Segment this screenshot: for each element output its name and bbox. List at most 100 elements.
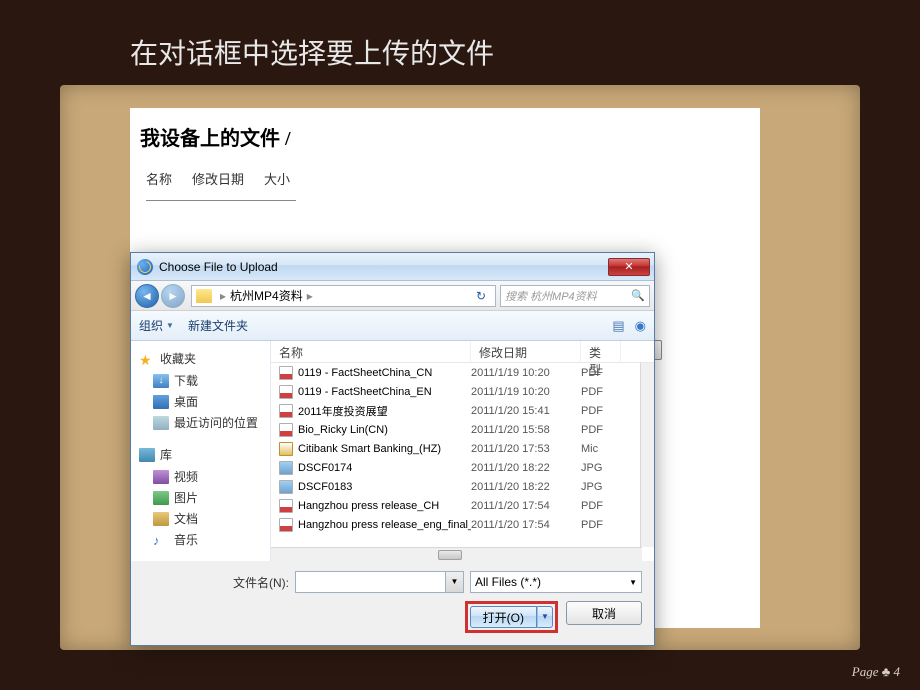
ie-icon [137, 259, 153, 275]
file-name: DSCF0174 [298, 462, 352, 474]
sidebar: ★ 收藏夹 下载 桌面 最近访问的位置 库 视频 [131, 341, 271, 561]
file-name: 0119 - FactSheetChina_EN [298, 386, 432, 398]
cancel-button[interactable]: 取消 [566, 601, 642, 625]
file-type: JPG [581, 462, 621, 474]
crumb-sep-2: ▸ [307, 289, 313, 303]
dialog-title: Choose File to Upload [159, 260, 608, 274]
library-icon [139, 448, 155, 462]
file-type: PDF [581, 424, 621, 436]
dialog-titlebar[interactable]: Choose File to Upload ✕ [131, 253, 654, 281]
file-row[interactable]: DSCF0183 2011/1/20 18:22JPG [271, 477, 654, 496]
file-date: 2011/1/20 18:22 [471, 462, 581, 474]
file-name: Hangzhou press release_CH [298, 500, 439, 512]
file-icon [279, 366, 293, 380]
search-icon: 🔍 [631, 289, 645, 302]
file-type: JPG [581, 481, 621, 493]
sidebar-videos[interactable]: 视频 [131, 466, 270, 487]
sidebar-documents[interactable]: 文档 [131, 508, 270, 529]
sidebar-pictures[interactable]: 图片 [131, 487, 270, 508]
sidebar-downloads[interactable]: 下载 [131, 370, 270, 391]
page-tabs: 名称 修改日期 大小 [130, 151, 760, 200]
recent-icon [153, 416, 169, 430]
file-date: 2011/1/20 17:54 [471, 519, 581, 531]
col-name[interactable]: 名称 [271, 341, 471, 362]
file-row[interactable]: 2011年度投资展望 2011/1/20 15:41PDF [271, 401, 654, 420]
file-row[interactable]: 0119 - FactSheetChina_CN2011/1/19 10:20P… [271, 363, 654, 382]
back-button[interactable]: ◄ [135, 284, 159, 308]
file-dialog: Choose File to Upload ✕ ◄ ► ▸ 杭州MP4资料 ▸ … [130, 252, 655, 646]
crumb-sep: ▸ [220, 289, 226, 303]
file-icon [279, 442, 293, 456]
organize-button[interactable]: 组织▼ [139, 317, 174, 334]
file-icon [279, 385, 293, 399]
file-row[interactable]: Bio_Ricky Lin(CN)2011/1/20 15:58PDF [271, 420, 654, 439]
file-date: 2011/1/20 17:53 [471, 443, 581, 455]
file-row[interactable]: Hangzhou press release_eng_final_2011/1/… [271, 515, 654, 534]
document-icon [153, 512, 169, 526]
file-icon [279, 499, 293, 513]
vertical-scrollbar[interactable] [640, 363, 654, 547]
tab-underline [146, 200, 296, 201]
picture-icon [153, 491, 169, 505]
breadcrumb[interactable]: ▸ 杭州MP4资料 ▸ ↻ [191, 285, 496, 307]
file-type: Mic [581, 443, 621, 455]
view-icon[interactable]: ▤ [612, 318, 624, 334]
file-date: 2011/1/19 10:20 [471, 386, 581, 398]
file-row[interactable]: DSCF0174 2011/1/20 18:22JPG [271, 458, 654, 477]
file-icon [279, 461, 293, 475]
file-name: DSCF0183 [298, 481, 352, 493]
sidebar-recent[interactable]: 最近访问的位置 [131, 412, 270, 433]
file-date: 2011/1/19 10:20 [471, 367, 581, 379]
col-type[interactable]: 类型 [581, 341, 621, 362]
file-row[interactable]: Citibank Smart Banking_(HZ)2011/1/20 17:… [271, 439, 654, 458]
download-icon [153, 374, 169, 388]
file-icon [279, 480, 293, 494]
folder-icon [196, 289, 212, 303]
open-button[interactable]: 打开(O) [470, 606, 537, 628]
filter-combo[interactable]: All Files (*.*)▼ [470, 571, 642, 593]
search-input[interactable]: 搜索 杭州MP4资料 🔍 [500, 285, 650, 307]
col-date[interactable]: 修改日期 [471, 341, 581, 362]
file-row[interactable]: Hangzhou press release_CH 2011/1/20 17:54… [271, 496, 654, 515]
file-type: PDF [581, 519, 621, 531]
file-icon [279, 518, 293, 532]
search-placeholder: 搜索 杭州MP4资料 [505, 288, 597, 304]
open-dropdown[interactable]: ▼ [537, 606, 553, 628]
file-date: 2011/1/20 15:41 [471, 405, 581, 417]
tab-size[interactable]: 大小 [264, 169, 290, 192]
newfolder-button[interactable]: 新建文件夹 [188, 317, 248, 334]
sidebar-libraries[interactable]: 库 [131, 443, 270, 466]
file-list-header: 名称 修改日期 类型 [271, 341, 654, 363]
horizontal-scrollbar[interactable] [271, 547, 642, 561]
file-name: Hangzhou press release_eng_final_ [298, 519, 471, 531]
file-icon [279, 404, 293, 418]
file-date: 2011/1/20 18:22 [471, 481, 581, 493]
file-type: PDF [581, 367, 621, 379]
file-name: 2011年度投资展望 [298, 403, 388, 419]
filename-input[interactable] [295, 571, 446, 593]
dialog-navbar: ◄ ► ▸ 杭州MP4资料 ▸ ↻ 搜索 杭州MP4资料 🔍 [131, 281, 654, 311]
sidebar-desktop[interactable]: 桌面 [131, 391, 270, 412]
forward-button[interactable]: ► [161, 284, 185, 308]
desktop-icon [153, 395, 169, 409]
sidebar-favorites[interactable]: ★ 收藏夹 [131, 347, 270, 370]
file-type: PDF [581, 405, 621, 417]
file-type: PDF [581, 500, 621, 512]
music-icon: ♪ [153, 533, 169, 547]
help-icon[interactable]: ◉ [635, 318, 646, 334]
file-list: 名称 修改日期 类型 0119 - FactSheetChina_CN2011/… [271, 341, 654, 561]
file-date: 2011/1/20 15:58 [471, 424, 581, 436]
filename-dropdown[interactable]: ▼ [446, 571, 464, 593]
crumb-folder-name[interactable]: 杭州MP4资料 [230, 287, 303, 304]
file-type: PDF [581, 386, 621, 398]
file-row[interactable]: 0119 - FactSheetChina_EN 2011/1/19 10:20P… [271, 382, 654, 401]
video-icon [153, 470, 169, 484]
tab-date[interactable]: 修改日期 [192, 169, 244, 192]
page-title: 我设备上的文件 / [130, 108, 760, 151]
sidebar-music[interactable]: ♪ 音乐 [131, 529, 270, 550]
close-button[interactable]: ✕ [608, 258, 650, 276]
file-date: 2011/1/20 17:54 [471, 500, 581, 512]
refresh-icon[interactable]: ↻ [471, 289, 491, 303]
tab-name[interactable]: 名称 [146, 169, 172, 192]
filename-label: 文件名(N): [233, 574, 289, 591]
